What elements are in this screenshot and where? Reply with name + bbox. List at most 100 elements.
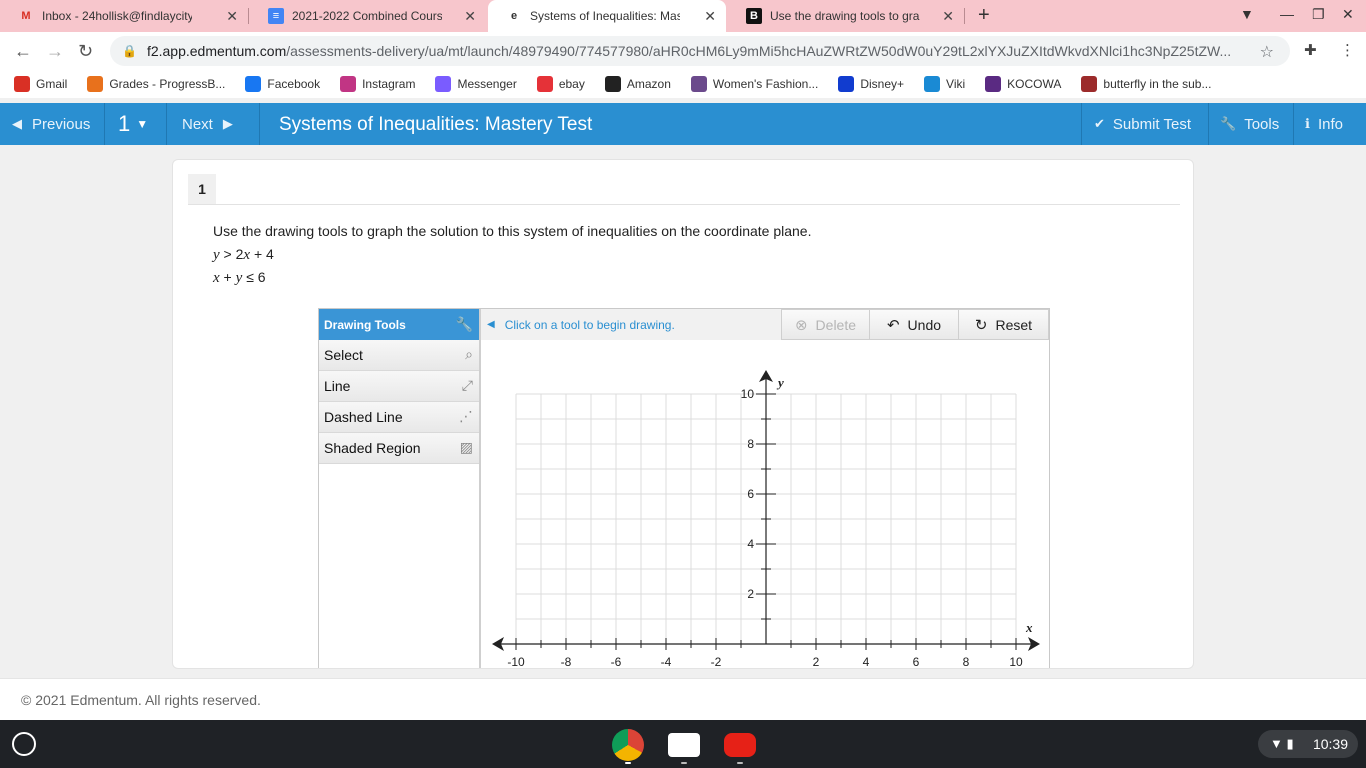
system-tray[interactable]: ▼ ▮ 10:39 bbox=[1258, 730, 1358, 758]
url-host: f2.app.edmentum.com bbox=[146, 43, 287, 59]
bookmark-favicon-icon bbox=[435, 76, 452, 92]
arrow-left-circle-icon: ◀ bbox=[12, 116, 22, 131]
tab-search-icon[interactable]: ▼ bbox=[1240, 6, 1254, 22]
reset-button[interactable]: ↻ Reset bbox=[958, 309, 1049, 340]
tool-shaded-region[interactable]: Shaded Region ▨ bbox=[319, 433, 479, 464]
minimize-icon[interactable]: — bbox=[1280, 6, 1294, 22]
bookmark-item[interactable]: Viki bbox=[924, 76, 965, 92]
tab-separator bbox=[248, 8, 249, 24]
chrome-icon[interactable] bbox=[612, 729, 644, 761]
bookmark-favicon-icon bbox=[604, 76, 621, 92]
wrench-icon: 🔧 bbox=[455, 316, 473, 332]
tool-dashed-line[interactable]: Dashed Line ⋰ bbox=[319, 402, 479, 433]
next-button[interactable]: Next ▶ bbox=[182, 103, 233, 145]
divider bbox=[1208, 103, 1209, 145]
address-bar: ← → ↻ 🔒 f2.app.edmentum.com /assessments… bbox=[0, 32, 1366, 70]
x-tick-label: -6 bbox=[611, 655, 622, 669]
forward-icon[interactable]: → bbox=[46, 41, 64, 62]
info-icon: ℹ bbox=[1305, 116, 1310, 131]
next-label: Next bbox=[182, 115, 213, 133]
bookmark-label: Facebook bbox=[267, 77, 321, 91]
info-button[interactable]: ℹ Info bbox=[1305, 103, 1343, 145]
previous-button[interactable]: ◀ Previous bbox=[12, 103, 90, 145]
running-indicator bbox=[625, 762, 631, 764]
divider bbox=[1293, 103, 1294, 145]
close-icon[interactable]: ✕ bbox=[704, 8, 716, 25]
back-icon[interactable]: ← bbox=[14, 41, 32, 62]
term: + 4 bbox=[250, 246, 274, 262]
delete-button[interactable]: ⊗ Delete bbox=[781, 309, 870, 340]
bookmark-item[interactable]: Messenger bbox=[435, 76, 517, 92]
x-tick-label: 8 bbox=[963, 655, 970, 669]
coordinate-plane[interactable]: -10 -8 -6 -4 -2 2 4 6 8 10 10 8 6 4 2 x y bbox=[481, 340, 1049, 669]
undo-button[interactable]: ↶ Undo bbox=[869, 309, 959, 340]
url-omnibox[interactable]: 🔒 f2.app.edmentum.com /assessments-deliv… bbox=[110, 36, 1290, 66]
bookmark-item[interactable]: KOCOWA bbox=[985, 76, 1061, 92]
tab-gmail[interactable]: M Inbox - 24hollisk@findlaycitysch ✕ bbox=[0, 0, 248, 32]
bookmark-favicon-icon bbox=[245, 76, 262, 92]
bookmark-label: Viki bbox=[946, 77, 966, 91]
gmail-app-icon[interactable] bbox=[668, 733, 700, 757]
previous-label: Previous bbox=[32, 115, 91, 133]
restore-icon[interactable]: ❐ bbox=[1312, 6, 1325, 23]
reset-label: Reset bbox=[995, 316, 1033, 333]
divider bbox=[1081, 103, 1082, 145]
tools-button[interactable]: 🔧 Tools bbox=[1220, 103, 1279, 145]
tools-label: Tools bbox=[1244, 115, 1280, 133]
drawing-widget: Drawing Tools 🔧 Select ⌕ Line ⤢ Dashed L… bbox=[318, 308, 1050, 669]
launcher-icon[interactable] bbox=[12, 732, 36, 756]
close-icon[interactable]: ✕ bbox=[464, 8, 476, 25]
edmentum-icon: e bbox=[510, 10, 518, 22]
tab-course-guide[interactable]: ≡ 2021-2022 Combined Course Gu ✕ bbox=[250, 0, 486, 32]
bookmark-item[interactable]: Gmail bbox=[14, 76, 67, 92]
operator: + bbox=[219, 269, 236, 285]
x-tick-label: -4 bbox=[661, 655, 672, 669]
tool-line[interactable]: Line ⤢ bbox=[319, 371, 479, 402]
bookmark-item[interactable]: Grades - ProgressB... bbox=[87, 76, 225, 92]
bookmark-favicon-icon bbox=[690, 76, 707, 92]
bookmark-item[interactable]: butterfly in the sub... bbox=[1081, 76, 1211, 92]
close-window-icon[interactable]: ✕ bbox=[1342, 6, 1354, 23]
divider bbox=[259, 103, 260, 145]
undo-icon: ↶ bbox=[886, 316, 900, 334]
inequality-2: x + y ≤ 6 bbox=[213, 269, 266, 287]
reload-icon[interactable]: ↻ bbox=[78, 41, 93, 62]
bookmark-item[interactable]: Amazon bbox=[604, 76, 671, 92]
y-axis-label: y bbox=[776, 375, 784, 390]
close-icon[interactable]: ✕ bbox=[226, 8, 238, 25]
bookmark-favicon-icon bbox=[87, 76, 104, 92]
bookmark-label: Disney+ bbox=[860, 77, 905, 91]
tab-mastery-test[interactable]: e Systems of Inequalities: Mastery ✕ bbox=[488, 0, 726, 32]
tab-brainly[interactable]: B Use the drawing tools to graph th ✕ bbox=[728, 0, 964, 32]
extensions-icon[interactable]: ✚ bbox=[1304, 41, 1317, 59]
bookmark-item[interactable]: Women's Fashion... bbox=[690, 76, 819, 92]
submit-test-button[interactable]: ✔ Submit Test bbox=[1094, 103, 1191, 145]
bookmark-favicon-icon bbox=[924, 76, 941, 92]
menu-icon[interactable]: ⋮ bbox=[1340, 41, 1355, 59]
close-icon[interactable]: ✕ bbox=[942, 8, 954, 25]
magnifier-cursor-icon: ⌕ bbox=[465, 346, 473, 362]
bookmark-item[interactable]: Facebook bbox=[245, 76, 320, 92]
bookmark-label: Instagram bbox=[362, 77, 416, 91]
new-tab-icon[interactable]: + bbox=[978, 4, 990, 27]
drawing-tools-heading: Drawing Tools 🔧 bbox=[319, 309, 479, 340]
tool-select[interactable]: Select ⌕ bbox=[319, 340, 479, 371]
bookmark-favicon-icon bbox=[838, 76, 855, 92]
app-header: ◀ Previous 1 ▼ Next ▶ Systems of Inequal… bbox=[0, 103, 1366, 145]
question-selector[interactable]: 1 ▼ bbox=[118, 103, 148, 145]
delete-label: Delete bbox=[815, 316, 857, 333]
relation: > 2 bbox=[219, 246, 244, 262]
os-shelf: ▼ ▮ 10:39 bbox=[0, 720, 1366, 768]
bookmarks-bar: Gmail Grades - ProgressB... Facebook Instag… bbox=[0, 70, 1366, 98]
bookmark-favicon-icon bbox=[1081, 76, 1098, 92]
line-icon: ⤢ bbox=[461, 377, 473, 393]
youtube-icon[interactable] bbox=[724, 733, 756, 757]
bookmark-label: ebay bbox=[558, 77, 585, 91]
bookmark-star-icon[interactable]: ☆ bbox=[1260, 42, 1274, 62]
bookmark-label: Women's Fashion... bbox=[712, 77, 819, 91]
info-label: Info bbox=[1317, 115, 1343, 133]
bookmark-item[interactable]: Instagram bbox=[340, 76, 415, 92]
bookmark-item[interactable]: ebay bbox=[536, 76, 585, 92]
bookmark-item[interactable]: Disney+ bbox=[838, 76, 904, 92]
running-indicator bbox=[737, 762, 743, 764]
